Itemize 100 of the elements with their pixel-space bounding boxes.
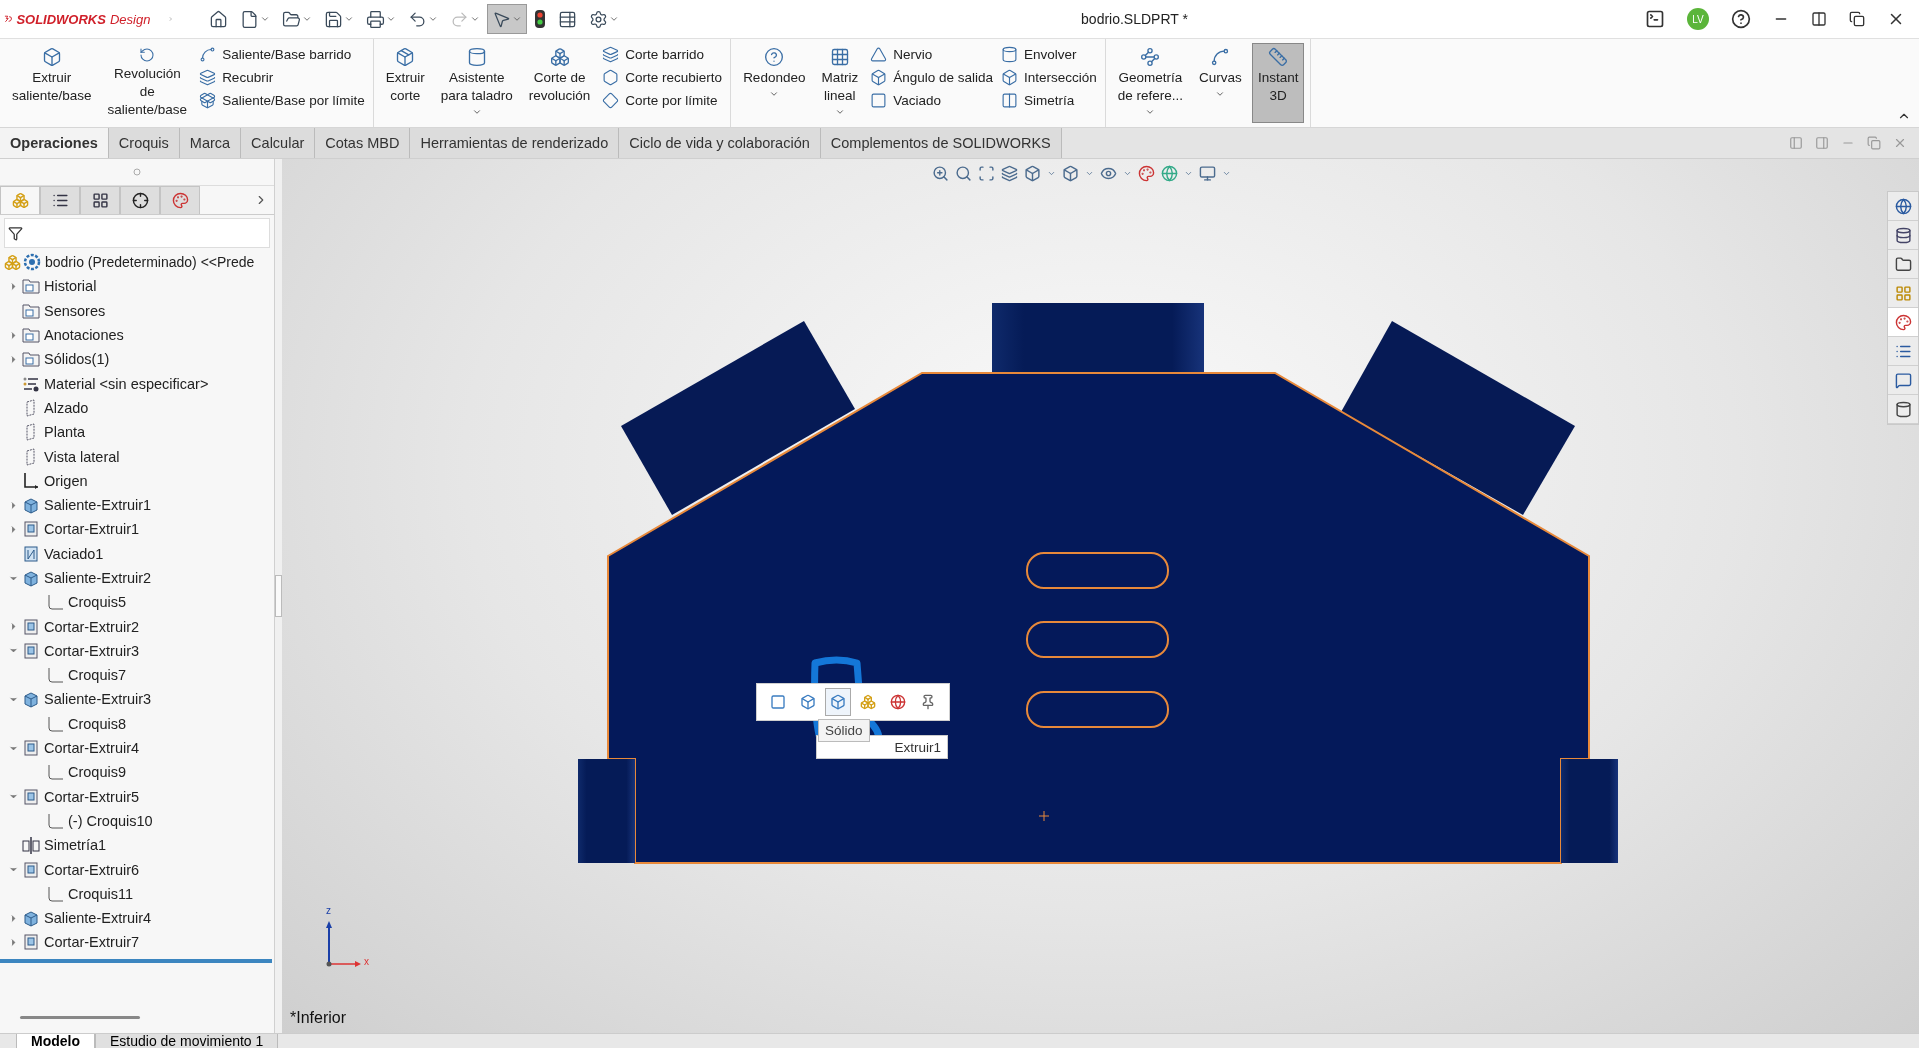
help-icon[interactable] [1731,9,1751,29]
tree-item[interactable]: Cortar-Extruir1 [0,517,274,542]
handle-icon[interactable] [133,168,141,176]
panel-tab[interactable] [40,186,80,214]
cut-icon [22,641,40,660]
graphics-viewport[interactable]: Extruir1 Sólido z x *Inferior [282,159,1919,1033]
tree-item[interactable]: Material <sin especificar> [0,371,274,396]
ribbon-button[interactable]: Corte recubierto [600,68,725,87]
caret-icon[interactable] [1222,169,1231,178]
tree-item[interactable]: Cortar-Extruir3 [0,638,274,664]
command-tab[interactable]: Marca [179,128,242,158]
palette-icon [171,192,189,209]
tree-item[interactable]: Croquis5 [0,590,274,615]
cube-icon[interactable] [1024,165,1041,182]
caret-icon[interactable] [1047,169,1056,178]
ribbon-button[interactable]: Matriz lineal [815,43,865,123]
list-icon [558,9,577,29]
rollback-bar[interactable] [0,958,272,963]
task-pane-button[interactable] [1888,308,1918,337]
panel-tab[interactable] [80,186,120,214]
bottom-tab[interactable]: Estudio de movimiento 1 [95,1034,279,1048]
ribbon-button[interactable]: Corte barrido [600,45,725,64]
zoom-icon[interactable] [932,165,949,182]
search-icon[interactable] [955,165,972,182]
ribbon-button[interactable]: Corte por límite [600,91,725,110]
terminal-icon[interactable] [1645,9,1665,29]
palette-icon[interactable] [1138,165,1155,182]
ribbon-button[interactable]: Vaciado [868,91,995,110]
ribbon-button[interactable]: Simetría [999,91,1099,110]
cube-icon [22,909,40,928]
tree-item[interactable]: Saliente-Extruir1 [0,492,274,518]
restore-icon[interactable] [1849,11,1865,27]
ribbon-button[interactable]: Recubrir [197,68,367,87]
scrollbar[interactable] [20,1016,140,1019]
ribbon-button[interactable]: Corte de revolución [522,43,597,123]
tree-item[interactable]: Vista lateral [0,444,274,469]
panel-tab[interactable] [120,186,160,214]
tree-item[interactable]: Saliente-Extruir4 [0,906,274,931]
ribbon-button[interactable]: Ángulo de salida [868,68,995,87]
ribbon-button[interactable]: Intersección [999,68,1099,87]
scan-icon[interactable] [978,165,995,182]
tree-item[interactable]: Sensores [0,298,274,323]
tree-item[interactable]: Saliente-Extruir3 [0,687,274,712]
tree-item[interactable]: Sólidos(1) [0,347,274,372]
ribbon-button[interactable]: Curvas [1193,43,1248,123]
command-tab[interactable]: Operaciones [0,128,109,158]
tree-item[interactable]: Croquis9 [0,760,274,785]
globe-icon[interactable] [1161,165,1178,182]
ribbon-button[interactable]: Nervio [868,45,995,64]
tree-item[interactable]: Cortar-Extruir5 [0,784,274,809]
caret-icon[interactable] [1085,169,1094,178]
caret-icon[interactable] [1123,169,1132,178]
brand-name: SOLIDWORKS [16,11,106,27]
ribbon-button[interactable]: Geometría de refere... [1111,43,1190,123]
command-tab[interactable]: Herramientas de renderizado [410,128,620,158]
ribbon-button[interactable]: Asistente para taladro [434,43,519,123]
command-tab[interactable]: Croquis [108,128,180,158]
command-tab[interactable]: Complementos de SOLIDWORKS [820,128,1062,158]
tree-item[interactable]: bodrio (Predeterminado) <<Prede [0,250,274,275]
cursor-icon [492,9,511,29]
tree-item[interactable]: Anotaciones [0,322,274,348]
cube-icon[interactable] [1062,165,1079,182]
split-view-icon[interactable] [1811,11,1827,27]
eye-icon[interactable] [1100,165,1117,182]
tree-item[interactable]: Cortar-Extruir7 [0,930,274,955]
tree-item[interactable]: Historial [0,274,274,299]
caret-icon[interactable] [1184,169,1193,178]
tree-item[interactable]: Planta [0,420,274,445]
tree-item[interactable]: Vaciado1 [0,541,274,566]
tree-item[interactable]: Cortar-Extruir6 [0,857,274,882]
ribbon-button[interactable]: Instant 3D [1251,43,1305,123]
toolbar-button[interactable] [825,688,851,716]
layers-icon[interactable] [1001,165,1018,182]
command-tab[interactable]: Cotas MBD [315,128,411,158]
sketch-icon [46,884,64,903]
tree-item[interactable]: Cortar-Extruir2 [0,614,274,639]
tree-item[interactable]: (-) Croquis10 [0,808,274,834]
ribbon-button[interactable]: Revolución de saliente/base [101,43,194,123]
tree-item[interactable]: Alzado [0,395,274,421]
ribbon-button[interactable]: Saliente/Base barrido [197,45,367,64]
tree-item[interactable]: Origen [0,468,274,493]
ribbon-button[interactable]: Extruir corte [379,43,431,123]
tree-item[interactable]: Cortar-Extruir4 [0,735,274,761]
ribbon-button[interactable]: Envolver [999,45,1099,64]
tree-item[interactable]: Croquis8 [0,711,274,736]
bottom-tab[interactable]: Modelo [16,1034,95,1048]
command-tab[interactable]: Calcular [241,128,316,158]
tree-item[interactable]: Croquis7 [0,663,274,688]
monitor-icon[interactable] [1199,165,1216,182]
command-tab[interactable]: Ciclo de vida y colaboración [619,128,821,158]
filter-field[interactable] [4,218,270,248]
tree-item[interactable]: Croquis11 [0,881,274,906]
splitter-handle[interactable] [275,575,282,617]
tree-item[interactable]: Saliente-Extruir2 [0,565,274,591]
tree-item[interactable]: Simetría1 [0,833,274,858]
ribbon-button[interactable]: Redondeo [737,43,812,123]
ribbon-button[interactable]: Saliente/Base por límite [197,91,367,110]
sketch-icon [46,593,64,612]
folder-icon [22,301,40,320]
ribbon-button[interactable]: Extruir saliente/base [6,43,98,123]
